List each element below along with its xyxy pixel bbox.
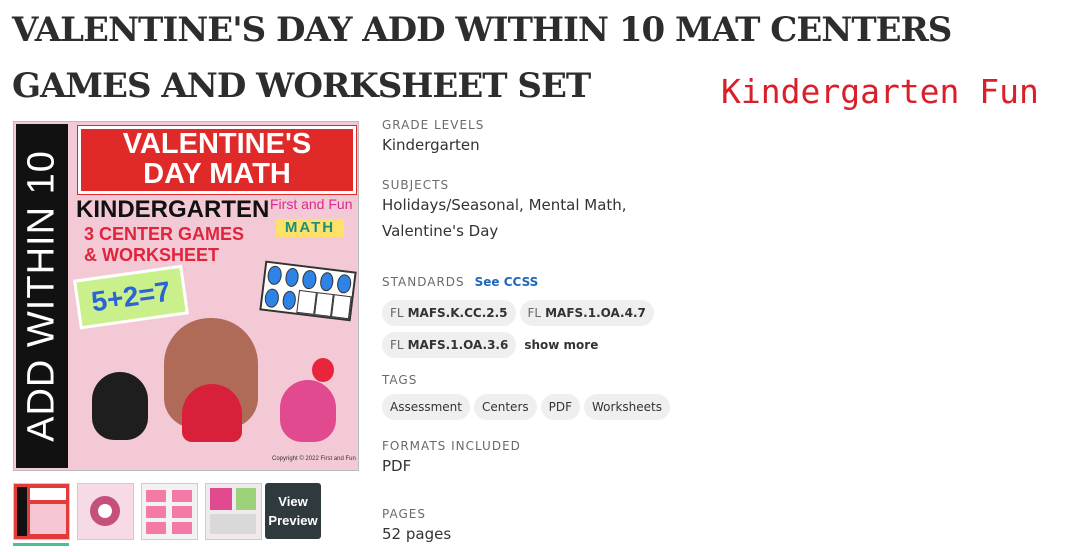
- cover-banner-line1: VALENTINE'S: [122, 128, 312, 160]
- subjects-value-line2[interactable]: Valentine's Day: [382, 218, 627, 244]
- formats-label: FORMATS INCLUDED: [382, 439, 521, 453]
- subjects-section: SUBJECTS Holidays/Seasonal, Mental Math,…: [382, 178, 627, 244]
- subjects-value-line1[interactable]: Holidays/Seasonal, Mental Math,: [382, 192, 627, 218]
- cover-subtitle-line1: 3 CENTER GAMES: [84, 224, 245, 244]
- formats-section: FORMATS INCLUDED PDF: [382, 439, 521, 479]
- standards-label: STANDARDS: [382, 275, 465, 289]
- cover-banner-line2: DAY MATH: [143, 158, 291, 190]
- pink-penguin-illustration: [280, 380, 336, 442]
- tags-label: TAGS: [382, 373, 418, 387]
- thumbnail-cards[interactable]: [141, 483, 198, 540]
- cover-brand: First and Fun: [270, 196, 353, 212]
- pages-value: 52 pages: [382, 525, 452, 543]
- cover-brand-badge: MATH: [276, 219, 344, 237]
- selected-thumbnail-indicator: [13, 543, 69, 546]
- cover-subtitle-line2: & WORKSHEET: [84, 245, 219, 265]
- pages-label: PAGES: [382, 507, 426, 521]
- pages-section: PAGES 52 pages: [382, 507, 451, 547]
- seller-name[interactable]: Kindergarten Fun: [721, 72, 1039, 111]
- cover-equation-sign: 5+2=7: [73, 264, 189, 330]
- tag-pill[interactable]: Worksheets: [584, 394, 670, 420]
- cover-subtitle: 3 CENTER GAMES & WORKSHEET: [84, 224, 244, 266]
- product-cover-image[interactable]: ADD WITHIN 10 VALENTINE'S DAY MATH KINDE…: [13, 121, 359, 471]
- tags-section: TAGS Assessment Centers PDF Worksheets: [382, 373, 674, 420]
- cover-ten-frame: [259, 260, 357, 322]
- thumbnail-cover[interactable]: [13, 483, 70, 540]
- penguin-illustration: [92, 372, 148, 440]
- tag-pill[interactable]: Assessment: [382, 394, 470, 420]
- standard-pill[interactable]: FL MAFS.1.OA.4.7: [519, 300, 654, 326]
- cover-copyright: Copyright © 2022 First and Fun: [272, 456, 356, 462]
- view-preview-line2: Preview: [268, 513, 318, 528]
- thumbnail-game[interactable]: [77, 483, 134, 540]
- view-preview-button[interactable]: View Preview: [265, 483, 321, 539]
- tag-pill[interactable]: PDF: [540, 394, 581, 420]
- formats-value: PDF: [382, 457, 412, 475]
- grade-levels-value[interactable]: Kindergarten: [382, 132, 484, 158]
- standard-pill[interactable]: FL MAFS.1.OA.3.6: [382, 332, 517, 358]
- grade-levels-label: GRADE LEVELS: [382, 118, 485, 132]
- view-preview-line1: View: [278, 494, 308, 509]
- grade-levels-section: GRADE LEVELS Kindergarten: [382, 118, 484, 158]
- tag-pill[interactable]: Centers: [473, 394, 537, 420]
- standards-section: STANDARDS See CCSS FL MAFS.K.CC.2.5 FL MAFS.…: [382, 273, 658, 358]
- heart-illustration: [182, 384, 242, 442]
- cover-banner: VALENTINE'S DAY MATH: [77, 125, 357, 195]
- cover-grade: KINDERGARTEN: [76, 196, 270, 223]
- see-ccss-link[interactable]: See CCSS: [475, 275, 539, 289]
- show-more-link[interactable]: show more: [524, 338, 598, 352]
- thumbnail-worksheet[interactable]: [205, 483, 262, 540]
- cover-side-text: ADD WITHIN 10: [20, 150, 63, 442]
- balloon-illustration: [312, 358, 334, 382]
- subjects-label: SUBJECTS: [382, 178, 450, 192]
- standard-pill[interactable]: FL MAFS.K.CC.2.5: [382, 300, 516, 326]
- cover-side-strip: ADD WITHIN 10: [16, 124, 68, 468]
